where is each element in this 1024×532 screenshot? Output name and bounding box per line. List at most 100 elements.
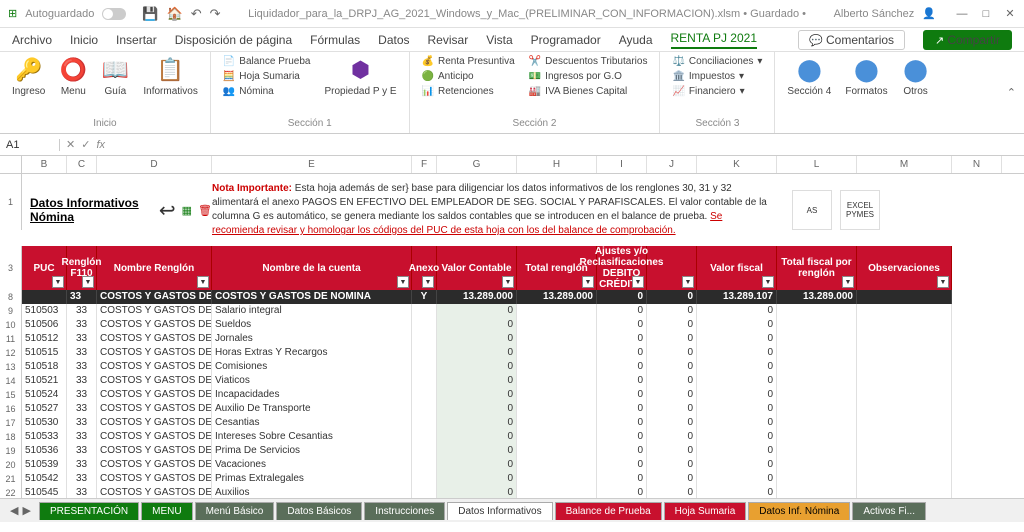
data-cell[interactable]: 510527 xyxy=(22,402,67,416)
data-cell[interactable]: COSTOS Y GASTOS DE NOI xyxy=(97,332,212,346)
save-icon[interactable]: 💾 xyxy=(142,6,158,22)
col-header[interactable]: G xyxy=(437,156,517,173)
data-cell[interactable] xyxy=(412,416,437,430)
data-cell[interactable]: 33 xyxy=(67,486,97,498)
data-cell[interactable]: 0 xyxy=(647,458,697,472)
data-cell[interactable] xyxy=(412,444,437,458)
data-cell[interactable] xyxy=(777,388,857,402)
data-cell[interactable]: 0 xyxy=(697,458,777,472)
row-header[interactable]: 13 xyxy=(0,360,22,374)
col-header[interactable]: B xyxy=(22,156,67,173)
data-cell[interactable] xyxy=(777,402,857,416)
data-cell[interactable]: 0 xyxy=(597,430,647,444)
data-cell[interactable] xyxy=(857,416,952,430)
menu-renta[interactable]: RENTA PJ 2021 xyxy=(671,31,757,49)
data-cell[interactable] xyxy=(412,374,437,388)
col-header[interactable]: D xyxy=(97,156,212,173)
back-arrow-icon[interactable]: ↩ xyxy=(159,198,176,223)
fx-icon[interactable]: fx xyxy=(96,139,105,151)
comments-button[interactable]: 💬 Comentarios xyxy=(798,30,905,50)
data-cell[interactable]: 33 xyxy=(67,458,97,472)
maximize-icon[interactable]: □ xyxy=(980,8,992,20)
data-cell[interactable]: 0 xyxy=(647,346,697,360)
close-icon[interactable]: ✕ xyxy=(1004,8,1016,20)
data-cell[interactable]: 33 xyxy=(67,444,97,458)
data-cell[interactable]: Viaticos xyxy=(212,374,412,388)
filter-icon[interactable]: ▼ xyxy=(632,276,644,288)
data-cell[interactable]: 0 xyxy=(437,444,517,458)
data-cell[interactable]: 0 xyxy=(697,416,777,430)
data-cell[interactable] xyxy=(857,360,952,374)
menu-insertar[interactable]: Insertar xyxy=(116,33,157,47)
ribbon-collapse[interactable]: ⌃ xyxy=(999,52,1024,133)
menu-inicio[interactable]: Inicio xyxy=(70,33,98,47)
data-cell[interactable]: 33 xyxy=(67,360,97,374)
spreadsheet-area[interactable]: 1 Datos Informativos Nómina ↩ ▦ 🗑 Nota I… xyxy=(0,174,1024,498)
data-cell[interactable]: 0 xyxy=(647,430,697,444)
undo-icon[interactable]: ↶ xyxy=(191,6,202,22)
ribbon-ingresos-go[interactable]: 💵 Ingresos por G.O xyxy=(529,71,648,82)
filter-icon[interactable]: ▼ xyxy=(842,276,854,288)
data-cell[interactable]: 0 xyxy=(697,388,777,402)
data-cell[interactable]: 0 xyxy=(597,360,647,374)
data-cell[interactable] xyxy=(857,458,952,472)
data-cell[interactable]: 0 xyxy=(597,318,647,332)
data-cell[interactable] xyxy=(517,346,597,360)
data-cell[interactable]: COSTOS Y GASTOS DE NOI xyxy=(97,374,212,388)
ribbon-balance[interactable]: 📄 Balance Prueba xyxy=(223,56,311,67)
data-cell[interactable]: 0 xyxy=(437,374,517,388)
col-header[interactable]: L xyxy=(777,156,857,173)
data-cell[interactable]: 0 xyxy=(697,346,777,360)
sheet-tab[interactable]: MENU xyxy=(141,502,192,520)
ribbon-otros[interactable]: ⬤Otros xyxy=(902,56,930,97)
data-cell[interactable]: 0 xyxy=(647,304,697,318)
ribbon-renta-presuntiva[interactable]: 💰 Renta Presuntiva xyxy=(422,56,515,67)
data-cell[interactable]: COSTOS Y GASTOS DE NOI xyxy=(97,444,212,458)
data-cell[interactable]: Incapacidades xyxy=(212,388,412,402)
data-cell[interactable]: 0 xyxy=(597,472,647,486)
data-cell[interactable]: 510539 xyxy=(22,458,67,472)
data-cell[interactable]: COSTOS Y GASTOS DE NOI xyxy=(97,360,212,374)
share-button[interactable]: ↗ Compartir xyxy=(923,30,1012,50)
data-cell[interactable]: 33 xyxy=(67,430,97,444)
ribbon-impuestos[interactable]: 🏛️ Impuestos ▾ xyxy=(672,71,762,82)
data-cell[interactable] xyxy=(777,444,857,458)
data-cell[interactable]: COSTOS Y GASTOS DE NOI xyxy=(97,458,212,472)
data-cell[interactable]: 510506 xyxy=(22,318,67,332)
row-header[interactable]: 11 xyxy=(0,332,22,346)
data-cell[interactable]: 510515 xyxy=(22,346,67,360)
data-cell[interactable]: Sueldos xyxy=(212,318,412,332)
data-cell[interactable] xyxy=(412,486,437,498)
data-cell[interactable] xyxy=(517,388,597,402)
sheet-tab[interactable]: Activos Fi... xyxy=(852,502,926,520)
data-cell[interactable]: 0 xyxy=(437,360,517,374)
data-cell[interactable] xyxy=(517,472,597,486)
data-cell[interactable] xyxy=(857,346,952,360)
data-cell[interactable]: COSTOS Y GASTOS DE NOI xyxy=(97,472,212,486)
data-cell[interactable]: COSTOS Y GASTOS DE NOI xyxy=(97,304,212,318)
data-cell[interactable]: 0 xyxy=(697,332,777,346)
data-cell[interactable]: 0 xyxy=(697,486,777,498)
row-header[interactable]: 21 xyxy=(0,472,22,486)
data-cell[interactable]: 0 xyxy=(437,472,517,486)
data-cell[interactable]: 0 xyxy=(647,486,697,498)
data-cell[interactable]: 510542 xyxy=(22,472,67,486)
data-cell[interactable] xyxy=(777,360,857,374)
data-cell[interactable]: Salario integral xyxy=(212,304,412,318)
data-cell[interactable]: Intereses Sobre Cesantias xyxy=(212,430,412,444)
data-cell[interactable]: COSTOS Y GASTOS DE NOI xyxy=(97,402,212,416)
filter-icon[interactable]: ▼ xyxy=(682,276,694,288)
row-header[interactable]: 12 xyxy=(0,346,22,360)
data-cell[interactable]: 0 xyxy=(697,444,777,458)
data-cell[interactable]: 33 xyxy=(67,346,97,360)
data-cell[interactable] xyxy=(777,458,857,472)
data-cell[interactable] xyxy=(412,318,437,332)
row-header[interactable]: 3 xyxy=(0,246,22,290)
data-cell[interactable]: 0 xyxy=(597,444,647,458)
sheet-tab[interactable]: Datos Informativos xyxy=(447,502,552,520)
data-cell[interactable] xyxy=(517,360,597,374)
data-cell[interactable] xyxy=(412,346,437,360)
minimize-icon[interactable]: — xyxy=(956,8,968,20)
data-cell[interactable]: 33 xyxy=(67,402,97,416)
data-cell[interactable] xyxy=(777,374,857,388)
